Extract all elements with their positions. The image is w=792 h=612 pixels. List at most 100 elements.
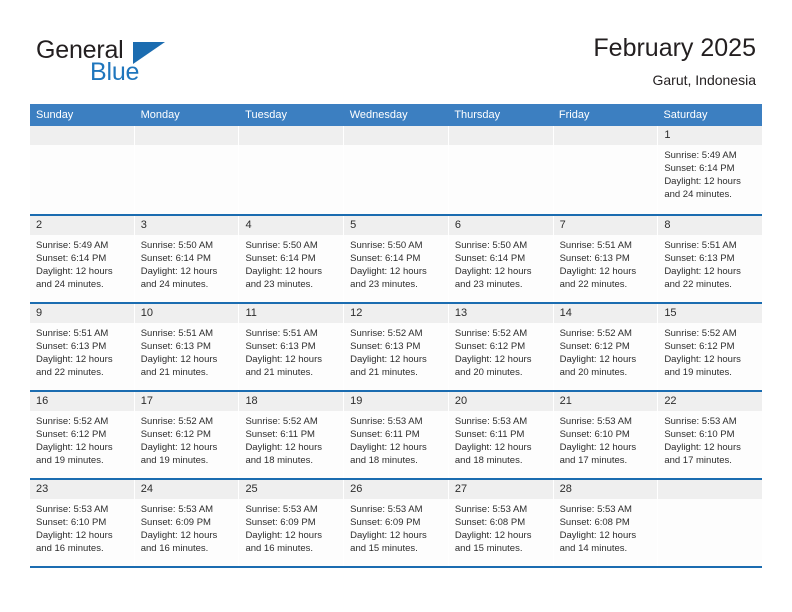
day-cell[interactable]: 25 Sunrise: 5:53 AM Sunset: 6:09 PM Dayligh… (239, 480, 345, 566)
day-details: Sunrise: 5:53 AM Sunset: 6:09 PM Daylight:… (135, 499, 239, 555)
day-number: 1 (658, 126, 763, 145)
daylight-text-line1: Daylight: 12 hours (664, 266, 741, 277)
sunrise-text: Sunrise: 5:53 AM (36, 504, 109, 515)
day-details: Sunrise: 5:53 AM Sunset: 6:08 PM Daylight:… (449, 499, 553, 555)
day-number: 22 (658, 392, 763, 411)
day-cell[interactable]: 26 Sunrise: 5:53 AM Sunset: 6:09 PM Dayligh… (344, 480, 449, 566)
sunset-text: Sunset: 6:13 PM (140, 341, 211, 352)
daylight-text-line1: Daylight: 12 hours (140, 266, 218, 277)
day-cell[interactable]: 8 Sunrise: 5:51 AM Sunset: 6:13 PM Daylight… (658, 216, 763, 302)
day-cell[interactable]: 7 Sunrise: 5:51 AM Sunset: 6:13 PM Daylight… (553, 216, 659, 302)
day-cell[interactable]: 6 Sunrise: 5:50 AM Sunset: 6:14 PM Daylight… (448, 216, 554, 302)
sunset-text: Sunset: 6:12 PM (559, 341, 630, 352)
sunset-text: Sunset: 6:10 PM (559, 429, 630, 440)
sunrise-text: Sunrise: 5:53 AM (350, 504, 423, 515)
daylight-text-line2: and 19 minutes. (36, 455, 104, 466)
sunset-text: Sunset: 6:09 PM (140, 517, 211, 528)
day-number: 14 (553, 304, 658, 323)
sunset-text: Sunset: 6:14 PM (454, 253, 526, 264)
sunrise-text: Sunrise: 5:52 AM (454, 328, 528, 339)
sunset-text: Sunset: 6:09 PM (350, 517, 421, 528)
daylight-text-line1: Daylight: 12 hours (454, 442, 532, 453)
day-details: Sunrise: 5:53 AM Sunset: 6:10 PM Daylight:… (554, 411, 658, 467)
day-number: 8 (658, 216, 763, 235)
day-details: Sunrise: 5:49 AM Sunset: 6:14 PM Daylight:… (658, 145, 762, 201)
day-number: 25 (239, 480, 344, 499)
sunset-text: Sunset: 6:13 PM (350, 341, 421, 352)
day-number (553, 126, 658, 145)
day-cell[interactable]: 21 Sunrise: 5:53 AM Sunset: 6:10 PM Dayligh… (553, 392, 659, 478)
sunrise-text: Sunrise: 5:50 AM (140, 240, 214, 251)
day-cell[interactable]: 16 Sunrise: 5:52 AM Sunset: 6:12 PM Dayligh… (30, 392, 135, 478)
day-cell[interactable]: 17 Sunrise: 5:52 AM Sunset: 6:12 PM Dayligh… (134, 392, 240, 478)
daylight-text-line2: and 21 minutes. (350, 367, 418, 378)
sunrise-text: Sunrise: 5:53 AM (140, 504, 214, 515)
daylight-text-line2: and 23 minutes. (350, 279, 418, 290)
day-number: 9 (30, 304, 134, 323)
day-cell[interactable]: 20 Sunrise: 5:53 AM Sunset: 6:11 PM Dayligh… (448, 392, 554, 478)
day-details: Sunrise: 5:50 AM Sunset: 6:14 PM Daylight:… (449, 235, 553, 291)
sunset-text: Sunset: 6:11 PM (245, 429, 315, 440)
day-details: Sunrise: 5:52 AM Sunset: 6:12 PM Daylight:… (135, 411, 239, 467)
brand-word-blue: Blue (90, 58, 140, 86)
daylight-text-line1: Daylight: 12 hours (140, 442, 218, 453)
daylight-text-line2: and 19 minutes. (664, 367, 732, 378)
day-cell[interactable]: 13 Sunrise: 5:52 AM Sunset: 6:12 PM Dayligh… (448, 304, 554, 390)
daylight-text-line1: Daylight: 12 hours (350, 266, 427, 277)
sunrise-text: Sunrise: 5:53 AM (559, 416, 632, 427)
sunset-text: Sunset: 6:13 PM (245, 341, 316, 352)
calendar-grid: Sunday Monday Tuesday Wednesday Thursday Frid… (30, 104, 763, 568)
daylight-text-line2: and 24 minutes. (664, 189, 732, 200)
sunset-text: Sunset: 6:11 PM (350, 429, 420, 440)
daylight-text-line1: Daylight: 12 hours (140, 354, 218, 365)
daylight-text-line1: Daylight: 12 hours (454, 530, 532, 541)
day-cell[interactable]: 1 Sunrise: 5:49 AM Sunset: 6:14 PM Daylight… (658, 126, 763, 214)
day-cell[interactable]: 5 Sunrise: 5:50 AM Sunset: 6:14 PM Daylight… (344, 216, 449, 302)
brand-logo[interactable]: General Blue (36, 36, 236, 88)
day-number: 20 (448, 392, 553, 411)
day-details: Sunrise: 5:52 AM Sunset: 6:11 PM Daylight:… (239, 411, 343, 467)
daylight-text-line1: Daylight: 12 hours (664, 176, 741, 187)
day-cell[interactable]: 4 Sunrise: 5:50 AM Sunset: 6:14 PM Daylight… (239, 216, 345, 302)
daylight-text-line2: and 14 minutes. (559, 543, 628, 554)
daylight-text-line1: Daylight: 12 hours (36, 266, 113, 277)
day-cell[interactable]: 11 Sunrise: 5:51 AM Sunset: 6:13 PM Dayligh… (239, 304, 345, 390)
calendar-week-row: 9 Sunrise: 5:51 AM Sunset: 6:13 PM Daylight… (30, 302, 763, 390)
sunset-text: Sunset: 6:14 PM (140, 253, 211, 264)
day-number: 5 (344, 216, 448, 235)
daylight-text-line2: and 24 minutes. (36, 279, 104, 290)
day-number: 16 (30, 392, 134, 411)
day-details: Sunrise: 5:53 AM Sunset: 6:10 PM Daylight:… (658, 411, 762, 467)
day-cell[interactable]: 15 Sunrise: 5:52 AM Sunset: 6:12 PM Dayligh… (658, 304, 763, 390)
day-cell[interactable]: 23 Sunrise: 5:53 AM Sunset: 6:10 PM Dayligh… (30, 480, 135, 566)
sunset-text: Sunset: 6:12 PM (140, 429, 211, 440)
day-cell[interactable]: 24 Sunrise: 5:53 AM Sunset: 6:09 PM Dayligh… (134, 480, 240, 566)
daylight-text-line2: and 20 minutes. (559, 367, 628, 378)
day-details: Sunrise: 5:53 AM Sunset: 6:10 PM Daylight:… (30, 499, 134, 555)
sunrise-text: Sunrise: 5:50 AM (350, 240, 423, 251)
sunrise-text: Sunrise: 5:52 AM (664, 328, 737, 339)
sunrise-text: Sunrise: 5:51 AM (664, 240, 737, 251)
day-cell[interactable]: 14 Sunrise: 5:52 AM Sunset: 6:12 PM Dayligh… (553, 304, 659, 390)
day-cell[interactable]: 27 Sunrise: 5:53 AM Sunset: 6:08 PM Dayligh… (448, 480, 554, 566)
day-cell[interactable]: 19 Sunrise: 5:53 AM Sunset: 6:11 PM Dayligh… (344, 392, 449, 478)
day-details: Sunrise: 5:50 AM Sunset: 6:14 PM Daylight:… (239, 235, 343, 291)
day-cell[interactable]: 10 Sunrise: 5:51 AM Sunset: 6:13 PM Dayligh… (134, 304, 240, 390)
day-cell-empty (344, 126, 449, 214)
daylight-text-line2: and 22 minutes. (36, 367, 104, 378)
daylight-text-line1: Daylight: 12 hours (559, 266, 637, 277)
daylight-text-line2: and 16 minutes. (140, 543, 209, 554)
day-cell[interactable]: 18 Sunrise: 5:52 AM Sunset: 6:11 PM Dayligh… (239, 392, 345, 478)
day-cell[interactable]: 22 Sunrise: 5:53 AM Sunset: 6:10 PM Dayligh… (658, 392, 763, 478)
day-cell[interactable]: 2 Sunrise: 5:49 AM Sunset: 6:14 PM Daylight… (30, 216, 135, 302)
day-cell[interactable]: 28 Sunrise: 5:53 AM Sunset: 6:08 PM Dayligh… (553, 480, 659, 566)
daylight-text-line1: Daylight: 12 hours (36, 442, 113, 453)
sunrise-text: Sunrise: 5:53 AM (559, 504, 632, 515)
day-cell[interactable]: 9 Sunrise: 5:51 AM Sunset: 6:13 PM Daylight… (30, 304, 135, 390)
daylight-text-line1: Daylight: 12 hours (350, 530, 427, 541)
day-cell[interactable]: 3 Sunrise: 5:50 AM Sunset: 6:14 PM Daylight… (134, 216, 240, 302)
day-details: Sunrise: 5:52 AM Sunset: 6:12 PM Daylight:… (449, 323, 553, 379)
sunrise-text: Sunrise: 5:52 AM (245, 416, 318, 427)
weekday-header-tuesday: Tuesday (245, 109, 287, 121)
day-cell[interactable]: 12 Sunrise: 5:52 AM Sunset: 6:13 PM Dayligh… (344, 304, 449, 390)
